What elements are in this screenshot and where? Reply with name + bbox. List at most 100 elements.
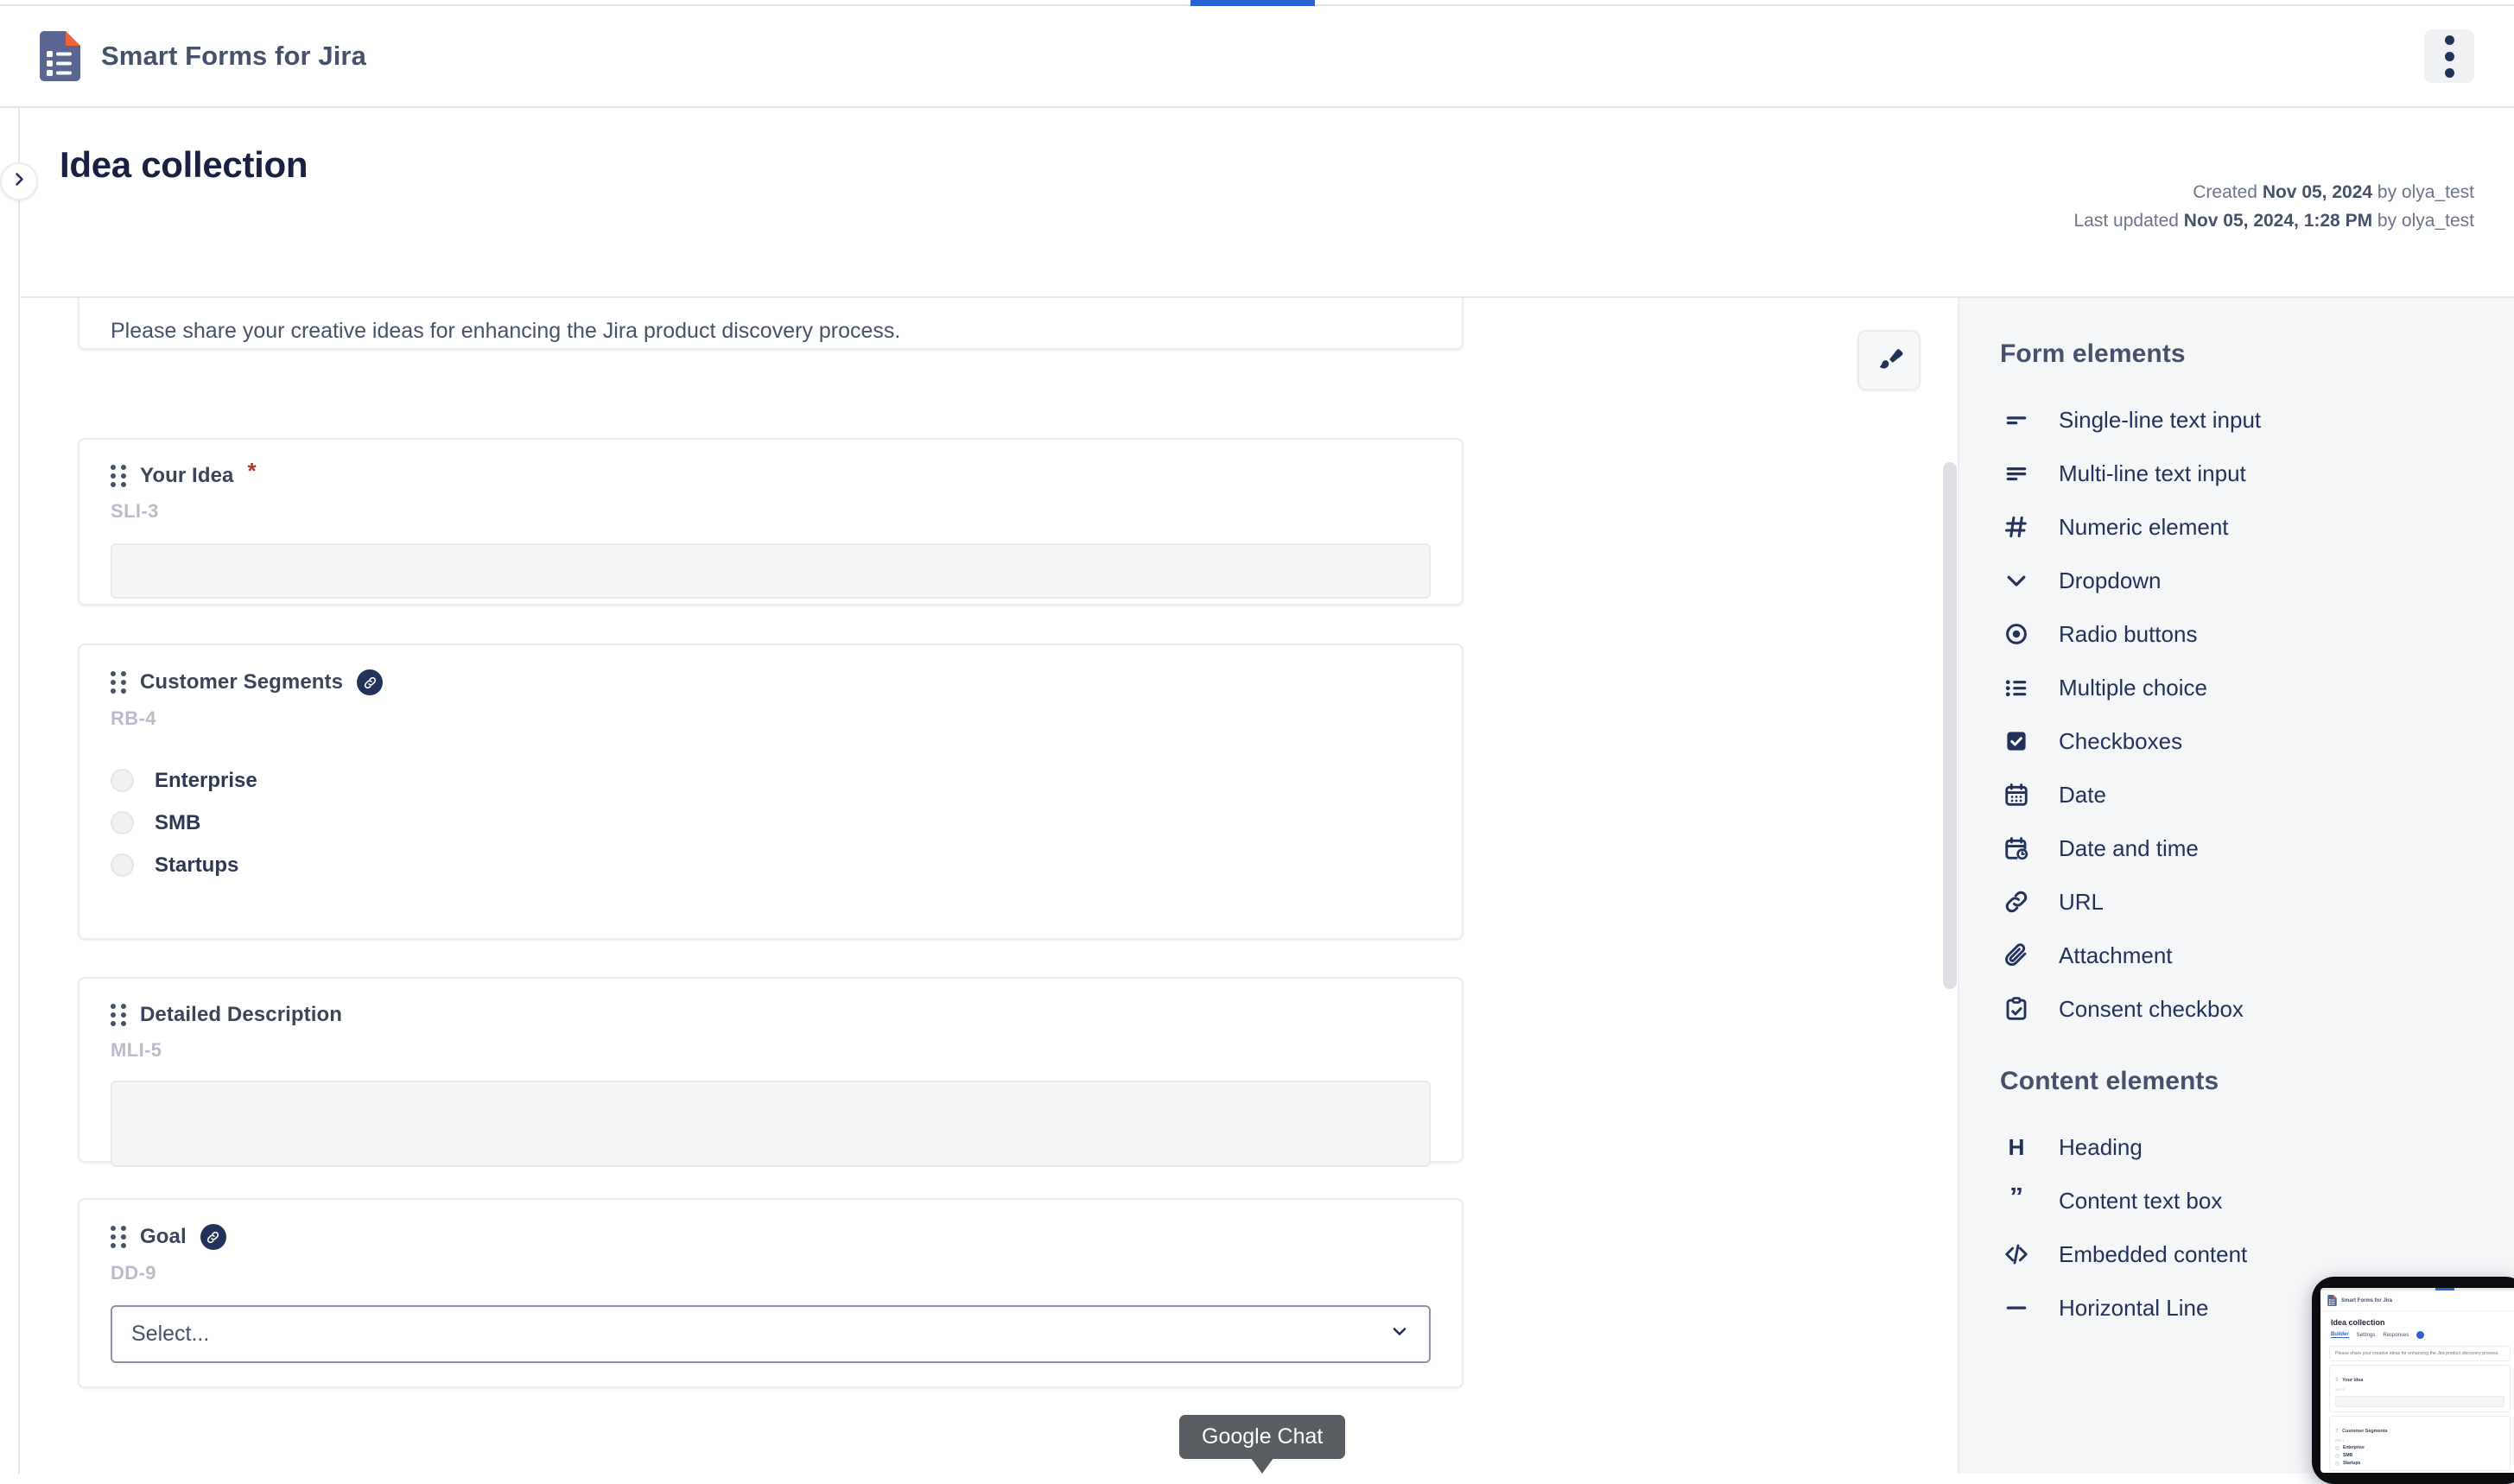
palette-item-radio-buttons[interactable]: Radio buttons [2000,607,2514,661]
kebab-dot [2445,52,2454,61]
kebab-dot [2445,35,2454,45]
field-code: DD-9 [111,1262,1431,1284]
picture-in-picture-preview[interactable]: Smart Forms for Jira Idea collection Bui… [2312,1277,2514,1484]
pip-field-customer-segments: ⠿ Customer Segments RB-4 Enterprise SMB … [2329,1416,2511,1471]
more-vertical-icon[interactable] [2424,29,2474,83]
pip-tab-responses: Responses [2383,1333,2409,1338]
radio-icon[interactable] [111,811,134,834]
document-forms-icon [40,31,80,81]
link-icon [2000,885,2033,918]
drag-handle-icon[interactable] [111,465,126,487]
pip-field-label: Your Idea [2342,1378,2363,1383]
paperclip-icon [2000,939,2033,972]
field-card-goal[interactable]: Goal DD-9 Select... [78,1198,1463,1388]
chevron-down-icon [2000,564,2033,597]
radio-options-group: Enterprise SMB Startups [111,759,1431,886]
dropdown-placeholder: Select... [131,1322,209,1347]
palette-item-date-and-time[interactable]: Date and time [2000,821,2514,875]
link-icon[interactable] [200,1224,226,1250]
palette-item-label: URL [2059,889,2104,916]
left-rail-divider [18,108,20,1474]
paint-brush-icon[interactable] [1857,330,1920,390]
clipboard-check-icon [2000,993,2033,1025]
palette-item-label: Single-line text input [2059,407,2261,434]
field-card-your-idea[interactable]: Your Idea * SLI-3 [78,438,1463,606]
drag-handle-icon[interactable] [111,1004,126,1026]
content-elements-title: Content elements [2000,1067,2514,1096]
palette-item-consent-checkbox[interactable]: Consent checkbox [2000,982,2514,1036]
palette-item-url[interactable]: URL [2000,875,2514,929]
pip-intro-text: Please share your creative ideas for enh… [2335,1351,2504,1356]
form-builder-canvas: Please share your creative ideas for enh… [21,298,1956,1474]
palette-item-multi-line-text-input[interactable]: Multi-line text input [2000,447,2514,500]
pip-top-strip [2320,1288,2514,1291]
palette-item-label: Multi-line text input [2059,460,2246,487]
palette-item-checkboxes[interactable]: Checkboxes [2000,714,2514,768]
form-elements-title: Form elements [2000,339,2514,369]
palette-item-label: Date and time [2059,835,2199,862]
field-label: Customer Segments [140,670,343,694]
calendar-clock-icon [2000,832,2033,865]
goal-dropdown-select[interactable]: Select... [111,1305,1431,1363]
form-intro-card: Please share your creative ideas for enh… [78,298,1463,350]
palette-item-numeric-element[interactable]: Numeric element [2000,500,2514,554]
field-header: Goal [111,1224,1431,1250]
pip-option: Enterprise [2343,1445,2365,1450]
radio-option[interactable]: Startups [111,844,1431,886]
field-card-customer-segments[interactable]: Customer Segments RB-4 Enterprise SMB [78,644,1463,940]
pip-field-label: Customer Segments [2342,1429,2387,1434]
palette-item-single-line-text-input[interactable]: Single-line text input [2000,393,2514,447]
pip-field-code: RB-4 [2335,1438,2504,1443]
pip-page-title: Idea collection [2320,1311,2514,1327]
pip-tab-builder: Builder [2331,1332,2349,1338]
chevron-down-icon [1389,1321,1410,1348]
brand: Smart Forms for Jira [40,31,366,81]
pip-tab-settings: Settings [2357,1333,2376,1338]
created-prefix: Created [2193,182,2257,202]
field-label: Goal [140,1225,187,1249]
field-card-detailed-description[interactable]: Detailed Description MLI-5 [78,977,1463,1163]
palette-item-multiple-choice[interactable]: Multiple choice [2000,661,2514,714]
radio-option[interactable]: Enterprise [111,759,1431,802]
drag-handle-icon[interactable] [111,671,126,694]
updated-author: by olya_test [2378,210,2474,230]
pip-content: Smart Forms for Jira Idea collection Bui… [2320,1288,2514,1473]
field-header: Detailed Description [111,1003,1431,1027]
google-chat-tooltip: Google Chat [1179,1415,1345,1459]
pip-header: Smart Forms for Jira [2320,1288,2514,1311]
palette-item-label: Horizontal Line [2059,1295,2208,1322]
pip-intro-card: Please share your creative ideas for enh… [2329,1346,2511,1361]
radio-option[interactable]: SMB [111,802,1431,844]
radio-icon[interactable] [111,853,134,877]
pip-brand-label: Smart Forms for Jira [2341,1298,2392,1303]
palette-item-date[interactable]: Date [2000,768,2514,821]
radio-icon[interactable] [111,769,134,792]
svg-text:”: ” [2009,1188,2023,1212]
palette-item-label: Heading [2059,1134,2143,1161]
form-elements-list: Single-line text input Multi-line text i… [2000,393,2514,1036]
canvas-scrollbar-thumb[interactable] [1943,462,1957,989]
canvas-scrollbar[interactable] [1943,462,1957,1404]
app-header: Smart Forms for Jira [0,6,2514,108]
palette-item-embedded-content[interactable]: Embedded content [2000,1227,2514,1281]
created-author: by olya_test [2378,182,2474,202]
palette-item-heading[interactable]: H Heading [2000,1120,2514,1174]
field-label: Detailed Description [140,1003,342,1027]
link-icon[interactable] [357,669,383,695]
field-header: Customer Segments [111,669,1431,695]
chevron-right-icon [12,172,27,191]
palette-item-label: Dropdown [2059,568,2162,594]
kebab-dot [2445,68,2454,78]
palette-item-label: Numeric element [2059,514,2229,541]
multi-line-text-input[interactable] [111,1081,1431,1167]
updated-meta: Last updated Nov 05, 2024, 1:28 PM by ol… [2074,206,2475,235]
quote-icon: ” [2000,1184,2033,1217]
palette-item-attachment[interactable]: Attachment [2000,929,2514,982]
single-line-text-input[interactable] [111,543,1431,599]
created-date: Nov 05, 2024 [2263,182,2372,202]
sidebar-collapse-toggle[interactable] [0,162,38,200]
palette-item-content-text-box[interactable]: ” Content text box [2000,1174,2514,1227]
palette-item-dropdown[interactable]: Dropdown [2000,554,2514,607]
drag-handle-icon[interactable] [111,1226,126,1248]
page-title: Idea collection [60,144,308,186]
